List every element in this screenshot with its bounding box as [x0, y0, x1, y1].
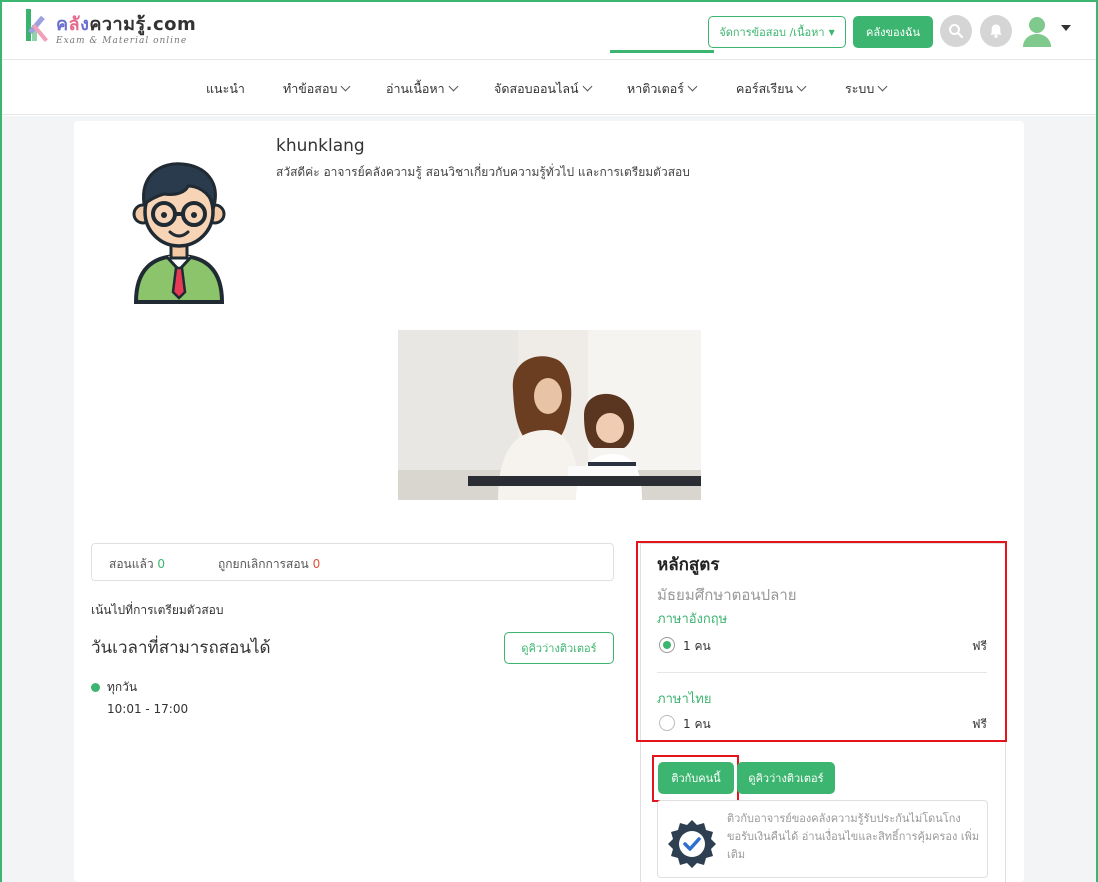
nav-item-find-tutor[interactable]: หาติวเตอร์ — [627, 79, 698, 99]
site-logo[interactable]: คลังความรู้.com Exam & Material online — [24, 9, 196, 46]
chevron-down-icon — [582, 81, 593, 92]
chevron-down-icon — [448, 81, 459, 92]
tutor-with-this-button[interactable]: ติวกับคนนี้ — [658, 762, 734, 794]
course-level: มัธยมศึกษาตอนปลาย — [657, 586, 797, 604]
nav-item-online-exam[interactable]: จัดสอบออนไลน์ — [494, 79, 593, 99]
chevron-down-icon — [877, 81, 888, 92]
option-radio-english[interactable] — [659, 637, 675, 653]
available-day: ทุกวัน — [107, 680, 138, 694]
option-label-english: 1 คน — [683, 639, 711, 653]
nav-item-take-exam[interactable]: ทำข้อสอบ — [283, 79, 351, 99]
chevron-down-icon — [687, 81, 698, 92]
course-subject-english: ภาษาอังกฤษ — [657, 612, 728, 627]
tutor-username: khunklang — [276, 136, 365, 156]
tutor-avatar — [128, 152, 230, 304]
nav-active-indicator — [610, 50, 714, 53]
option-price-thai: ฟรี — [972, 717, 987, 731]
view-tutor-queue-button-2[interactable]: ดูคิวว่างติวเตอร์ — [737, 762, 835, 794]
nav-item-courses[interactable]: คอร์สเรียน — [736, 79, 807, 99]
chevron-down-icon — [796, 81, 807, 92]
view-tutor-queue-button[interactable]: ดูคิวว่างติวเตอร์ — [504, 632, 614, 664]
logo-subtitle: Exam & Material online — [56, 36, 188, 46]
logo-k-icon — [24, 9, 50, 43]
my-library-button[interactable]: คลังของฉัน — [853, 16, 933, 48]
cancelled-count: ถูกยกเลิกการสอน 0 — [218, 557, 321, 571]
taught-count: สอนแล้ว 0 — [109, 557, 166, 571]
option-label-thai: 1 คน — [683, 717, 711, 731]
status-dot — [91, 683, 100, 692]
tutor-cover-photo — [398, 330, 701, 500]
chevron-down-icon — [340, 81, 351, 92]
available-time: 10:01 - 17:00 — [107, 702, 189, 716]
user-icon[interactable] — [1020, 14, 1054, 48]
nav-item-system[interactable]: ระบบ — [845, 79, 888, 99]
tutor-focus: เน้นไปที่การเตรียมตัวสอบ — [91, 603, 224, 617]
option-divider — [657, 672, 987, 673]
option-radio-thai[interactable] — [659, 715, 675, 731]
verified-badge-icon — [666, 818, 718, 870]
manage-exams-dropdown[interactable]: จัดการข้อสอบ /เนื้อหา ▼ — [708, 16, 846, 48]
search-icon[interactable] — [940, 15, 972, 47]
logo-title: คลังความรู้.com — [56, 14, 197, 35]
course-title: หลักสูตร — [657, 555, 720, 575]
manage-exams-label: จัดการข้อสอบ /เนื้อหา — [719, 26, 825, 39]
nav-item-read-content[interactable]: อ่านเนื้อหา — [386, 79, 459, 99]
nav-item-recommend[interactable]: แนะนำ — [206, 79, 245, 99]
guarantee-text[interactable]: ติวกับอาจารย์ของคลังความรู้รับประกันไม่โ… — [727, 810, 982, 864]
tutor-stats-box — [91, 543, 614, 581]
course-subject-thai: ภาษาไทย — [657, 692, 712, 707]
option-price-english: ฟรี — [972, 639, 987, 653]
user-menu-caret-icon[interactable] — [1061, 25, 1071, 31]
availability-title: วันเวลาที่สามารถสอนได้ — [91, 638, 271, 658]
bell-icon[interactable] — [980, 15, 1012, 47]
caret-down-icon: ▼ — [828, 27, 835, 37]
tutor-bio: สวัสดีค่ะ อาจารย์คลังความรู้ สอนวิชาเกี่… — [276, 165, 690, 179]
